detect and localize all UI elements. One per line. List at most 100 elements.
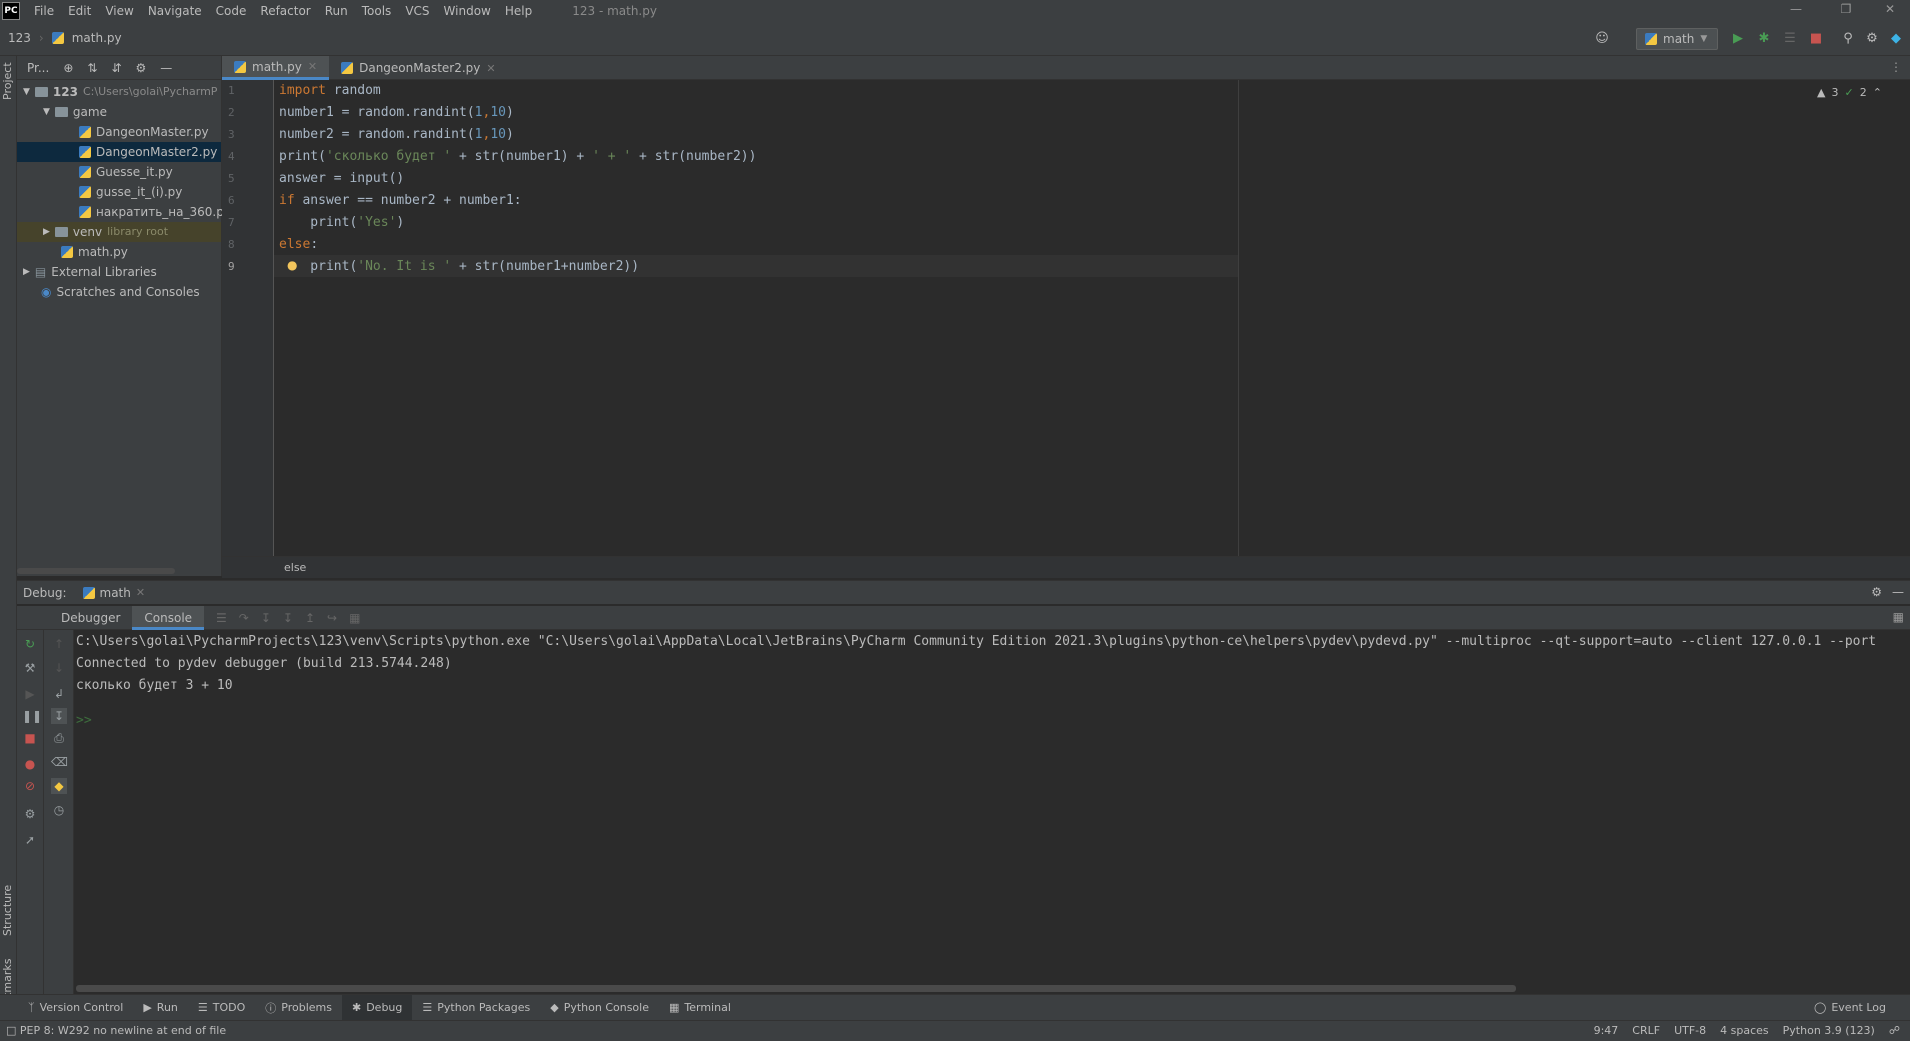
gear-icon[interactable]: ⚙ <box>1871 585 1882 599</box>
file-encoding[interactable]: UTF-8 <box>1674 1024 1706 1037</box>
menu-view[interactable]: View <box>105 4 133 18</box>
tool-problems[interactable]: ⓘ Problems <box>255 995 342 1021</box>
nav-file[interactable]: math.py <box>72 31 122 45</box>
project-view-dropdown[interactable]: Pr... <box>27 61 49 75</box>
soft-wrap-icon[interactable]: ↲ <box>51 686 67 702</box>
tool-todo[interactable]: ☰ TODO <box>188 995 255 1021</box>
search-icon[interactable]: ⚲ <box>1840 31 1856 47</box>
chevron-up-icon[interactable]: ⌃ <box>1873 86 1882 99</box>
tool-version-control[interactable]: ᛉ Version Control <box>18 995 133 1021</box>
debug-session-tab[interactable]: math ✕ <box>77 586 152 600</box>
close-window-icon[interactable]: ✕ <box>1870 2 1910 20</box>
pause-icon[interactable]: ❚❚ <box>22 708 42 724</box>
debug-console[interactable]: C:\Users\golai\PycharmProjects\123\venv\… <box>74 630 1910 994</box>
editor-breadcrumb[interactable]: else <box>222 556 1910 578</box>
history-icon[interactable]: ◷ <box>51 802 67 818</box>
tool-python-packages[interactable]: ☰ Python Packages <box>412 995 540 1021</box>
tree-file-selected[interactable]: DangeonMaster2.py <box>17 142 221 162</box>
menu-tools[interactable]: Tools <box>362 4 392 18</box>
tool-terminal[interactable]: ▦ Terminal <box>659 995 741 1021</box>
menu-vcs[interactable]: VCS <box>405 4 429 18</box>
tree-scratches[interactable]: ◉ Scratches and Consoles <box>41 282 200 302</box>
down-arrow-icon[interactable]: ↓ <box>51 660 67 676</box>
python-interpreter[interactable]: Python 3.9 (123) <box>1783 1024 1875 1037</box>
tree-file[interactable]: накратить_на_360.py <box>79 202 231 222</box>
up-arrow-icon[interactable]: ↑ <box>51 636 67 652</box>
tab-math-py[interactable]: math.py ✕ <box>222 56 330 80</box>
tool-python-console[interactable]: ◆ Python Console <box>540 995 659 1021</box>
tool-event-log[interactable]: ◯ Event Log <box>1804 995 1910 1021</box>
status-message[interactable]: □ PEP 8: W292 no newline at end of file <box>6 1024 226 1037</box>
tool-run[interactable]: ▶ Run <box>133 995 188 1021</box>
caret-position[interactable]: 9:47 <box>1594 1024 1619 1037</box>
tab-label: math.py <box>252 59 302 74</box>
menu-file[interactable]: File <box>34 4 54 18</box>
tree-file[interactable]: Guesse_it.py <box>79 162 173 182</box>
tool-debug[interactable]: ✱ Debug <box>341 994 413 1021</box>
structure-tool-tab[interactable]: Structure <box>1 885 14 936</box>
project-tool-tab[interactable]: Project <box>1 62 14 100</box>
code-editor[interactable]: import random number1 = random.randint(1… <box>274 80 1910 556</box>
run-icon[interactable]: ▶ <box>1730 31 1746 47</box>
tree-file[interactable]: gusse_it_(i).py <box>79 182 182 202</box>
debug-icon[interactable]: ✱ <box>1756 31 1772 47</box>
tab-console[interactable]: Console <box>132 605 205 630</box>
expand-all-icon[interactable]: ⇅ <box>87 61 97 75</box>
tree-folder-game[interactable]: ▼ game <box>43 102 107 122</box>
tree-folder-venv[interactable]: ▶ venv library root <box>17 222 221 242</box>
console-prompt[interactable]: >> <box>76 710 92 732</box>
settings-icon[interactable]: ⚙ <box>1864 31 1880 47</box>
mute-breakpoints-icon[interactable]: ⊘ <box>22 778 38 794</box>
nav-project[interactable]: 123 <box>8 31 31 45</box>
lock-icon[interactable]: ☍ <box>1889 1024 1900 1037</box>
project-hscrollbar[interactable] <box>17 568 175 574</box>
menu-help[interactable]: Help <box>505 4 532 18</box>
menu-refactor[interactable]: Refactor <box>260 4 310 18</box>
gear-icon[interactable]: ⚙ <box>136 61 147 75</box>
menu-edit[interactable]: Edit <box>68 4 91 18</box>
minimize-icon[interactable]: — <box>1776 2 1816 20</box>
clear-all-icon[interactable]: ⌫ <box>51 754 68 770</box>
print-icon[interactable]: ⎙ <box>51 730 67 746</box>
restore-icon[interactable]: ❐ <box>1826 2 1866 20</box>
tab-dangeonmaster2-py[interactable]: DangeonMaster2.py ✕ <box>329 56 508 80</box>
menu-navigate[interactable]: Navigate <box>148 4 202 18</box>
coverage-icon[interactable]: ☰ <box>1782 31 1798 47</box>
user-icon[interactable]: ☺ <box>1594 31 1610 47</box>
debug-step-toolbar[interactable]: ☰↷↧↧↥↪▦ <box>216 611 372 625</box>
indent-setting[interactable]: 4 spaces <box>1720 1024 1769 1037</box>
hide-icon[interactable]: — <box>160 61 172 75</box>
menu-window[interactable]: Window <box>444 4 491 18</box>
close-icon[interactable]: ✕ <box>136 586 145 599</box>
lightbulb-icon[interactable]: ● <box>287 258 297 272</box>
tree-file[interactable]: math.py <box>61 242 128 262</box>
resume-icon[interactable]: ▶ <box>22 686 38 702</box>
tree-root[interactable]: ▼ 123 C:\Users\golai\PycharmP <box>23 82 221 102</box>
stop-icon[interactable]: ■ <box>1808 31 1824 47</box>
pin-icon[interactable]: ➚ <box>22 832 38 848</box>
console-hscrollbar[interactable] <box>76 985 1516 992</box>
locate-icon[interactable]: ⊕ <box>63 61 73 75</box>
menu-code[interactable]: Code <box>216 4 247 18</box>
menu-run[interactable]: Run <box>325 4 348 18</box>
inspection-widget[interactable]: ▲ 3 ✓ 2 ⌃ <box>1817 86 1882 99</box>
stop-icon[interactable]: ■ <box>22 730 38 746</box>
settings-icon[interactable]: ⚙ <box>22 806 38 822</box>
tab-debugger[interactable]: Debugger <box>49 606 132 630</box>
scroll-to-end-icon[interactable]: ↧ <box>51 708 67 724</box>
hide-icon[interactable]: — <box>1892 585 1904 599</box>
close-icon[interactable]: ✕ <box>486 62 495 75</box>
update-icon[interactable]: ◆ <box>1888 31 1904 47</box>
rerun-icon[interactable]: ↻ <box>22 636 38 652</box>
close-icon[interactable]: ✕ <box>308 60 317 73</box>
tree-file[interactable]: DangeonMaster.py <box>79 122 209 142</box>
tree-external-libraries[interactable]: ▶ ▤ External Libraries <box>23 262 157 282</box>
more-icon[interactable]: ⋮ <box>1890 60 1902 74</box>
layout-icon[interactable]: ▦ <box>1893 610 1904 624</box>
wrench-icon[interactable]: ⚒ <box>22 660 38 676</box>
view-breakpoints-icon[interactable]: ● <box>22 756 38 772</box>
collapse-all-icon[interactable]: ⇵ <box>111 61 121 75</box>
python-console-icon[interactable]: ◆ <box>51 778 67 794</box>
line-separator[interactable]: CRLF <box>1632 1024 1660 1037</box>
run-configuration-select[interactable]: math ▼ <box>1636 28 1718 50</box>
